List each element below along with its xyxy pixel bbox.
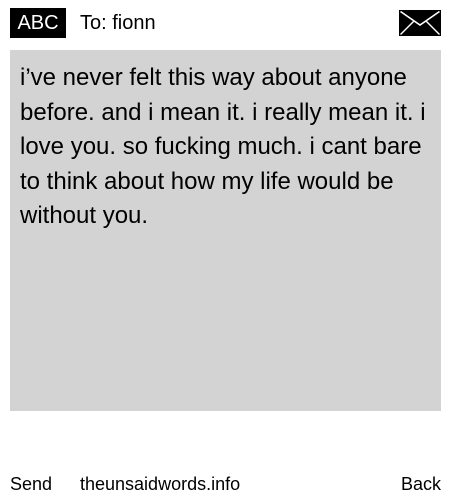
back-button[interactable]: Back — [401, 470, 441, 498]
softkey-bar: Send theunsaidwords.info Back — [0, 470, 450, 498]
envelope-icon — [399, 10, 441, 36]
message-header: ABC To: fionn — [0, 0, 450, 46]
message-body-area[interactable]: i’ve never felt this way about anyone be… — [10, 50, 441, 411]
recipient-label: To: fionn — [80, 12, 156, 34]
site-attribution: theunsaidwords.info — [80, 474, 241, 494]
send-button[interactable]: Send — [10, 470, 52, 498]
message-text: i’ve never felt this way about anyone be… — [20, 64, 433, 229]
input-mode-badge: ABC — [10, 8, 66, 38]
